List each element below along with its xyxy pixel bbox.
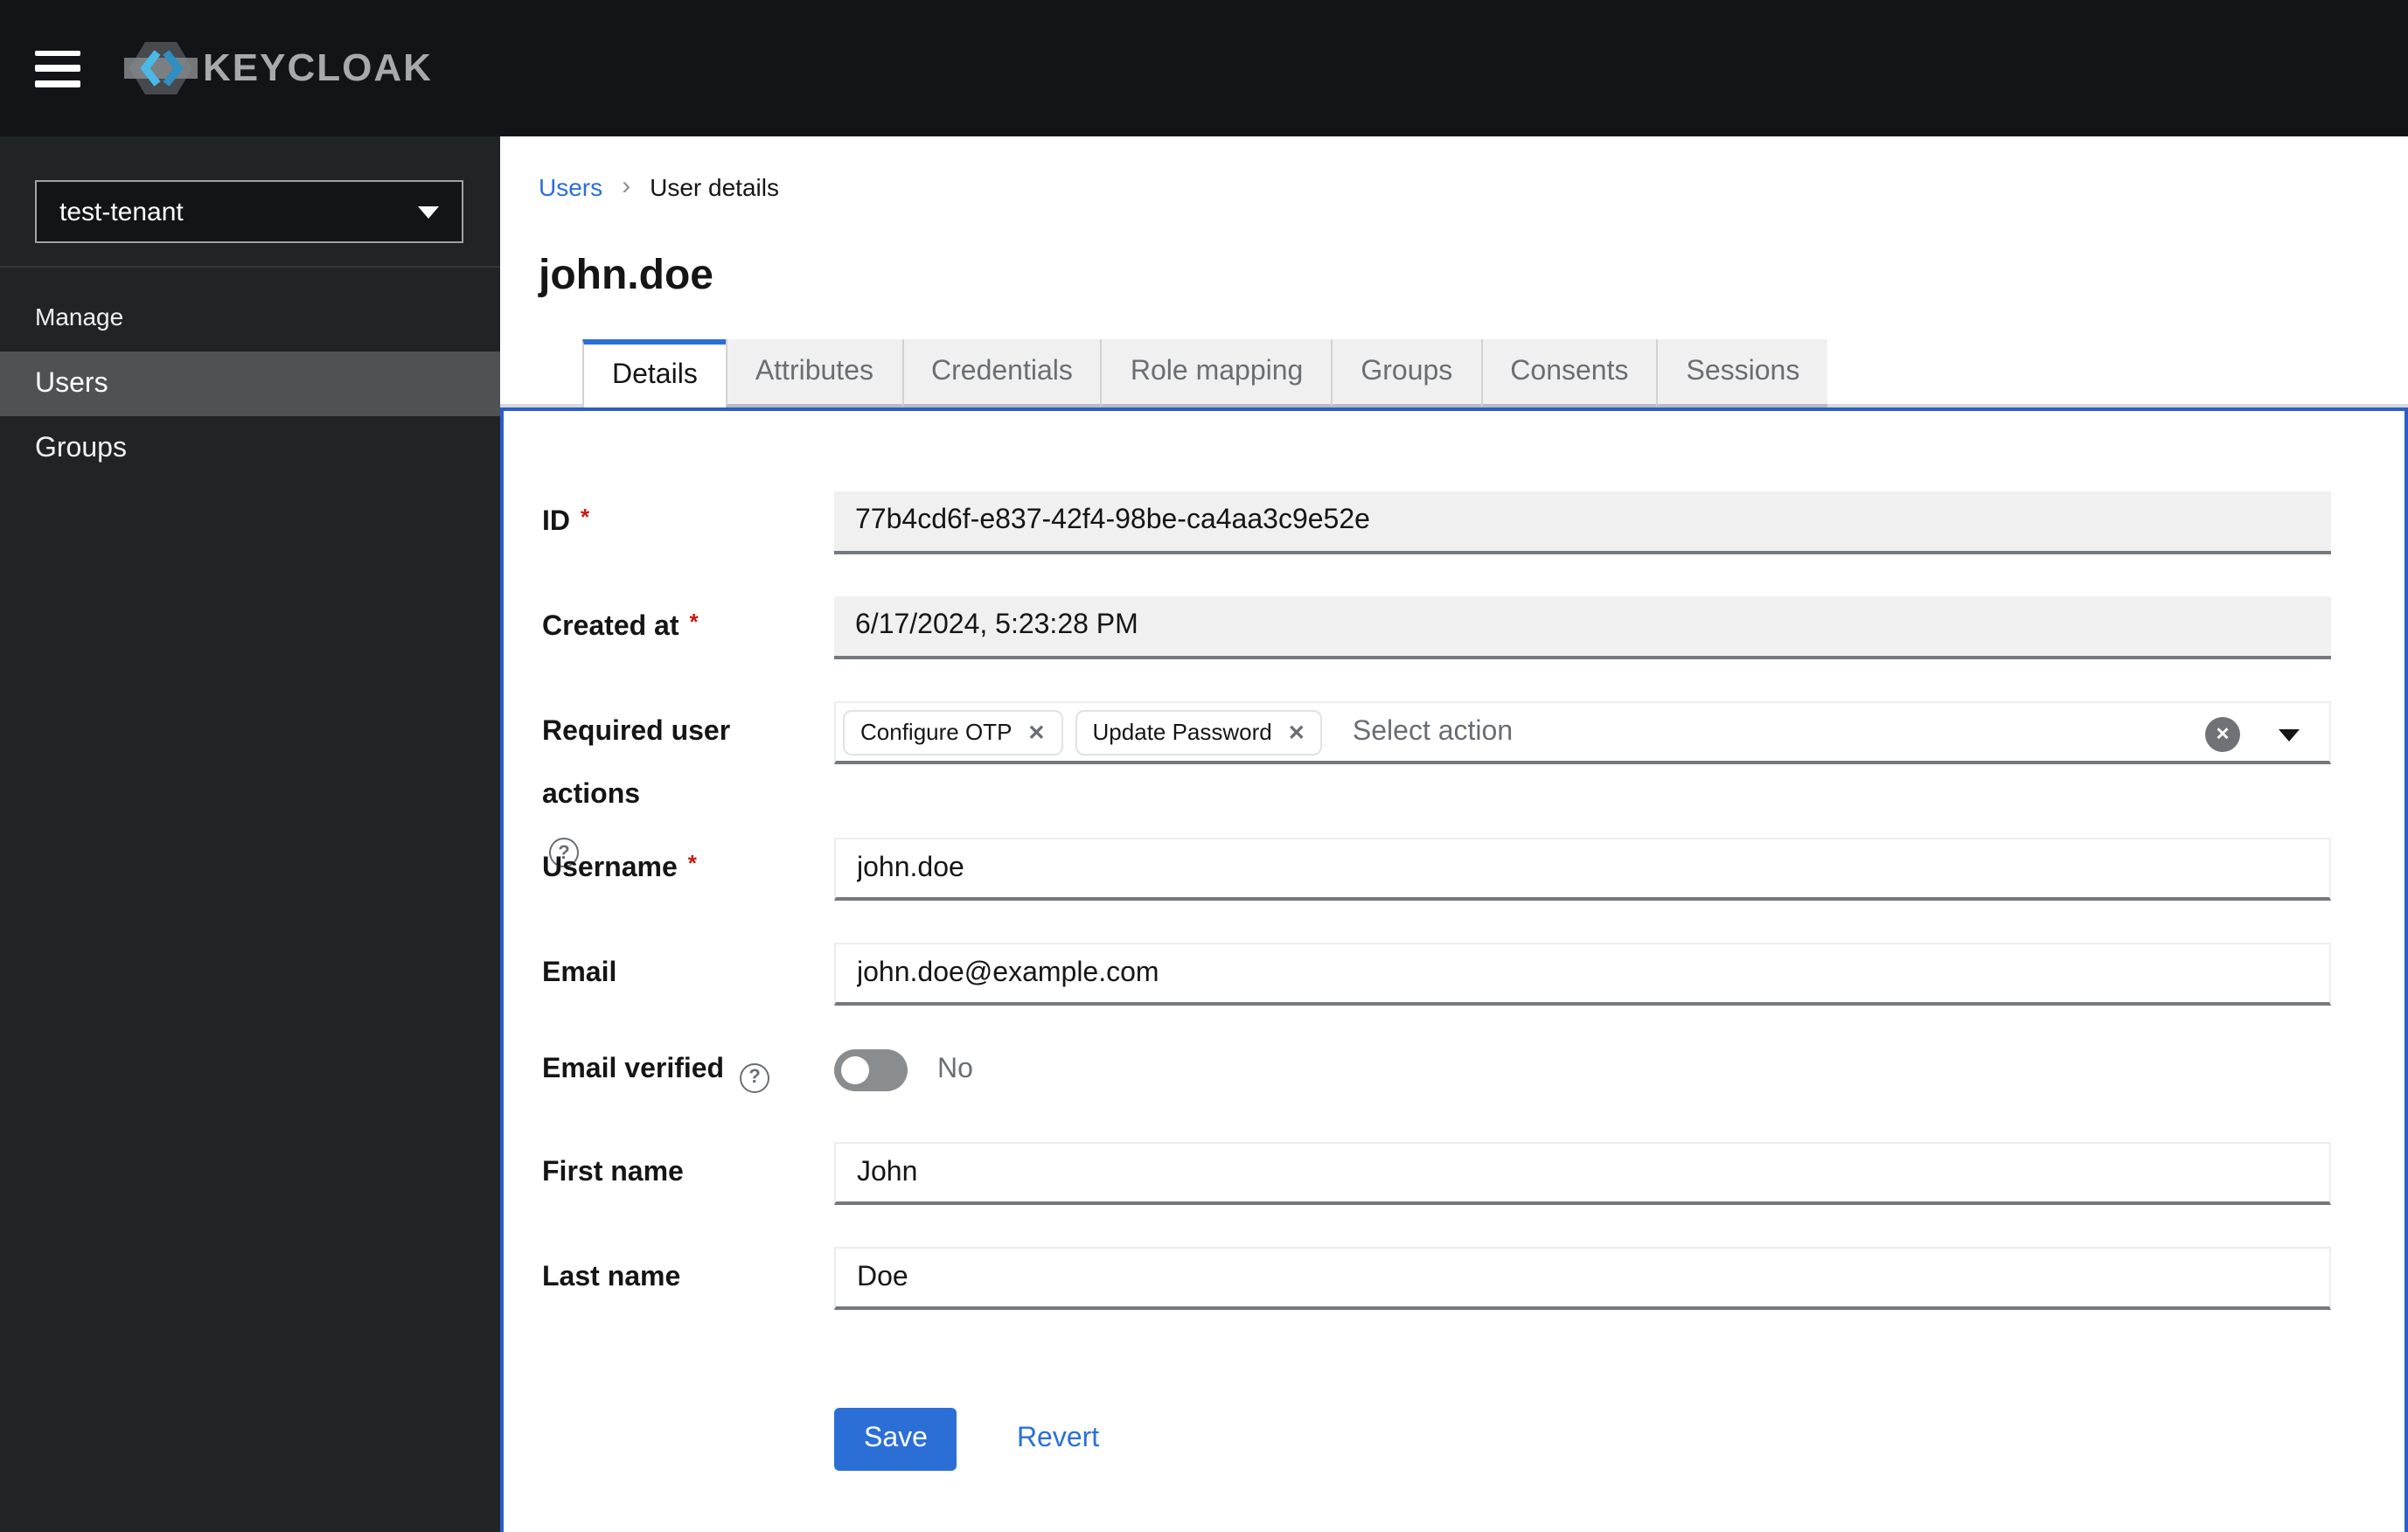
keycloak-admin-console: KEYCLOAK test-tenant Manage Users Groups… — [0, 0, 2408, 1532]
keycloak-logo: KEYCLOAK — [122, 33, 433, 103]
label-text: Created at — [542, 612, 679, 642]
brand-name: KEYCLOAK — [203, 45, 433, 89]
toggle-knob — [841, 1056, 869, 1084]
email-verified-toggle[interactable] — [834, 1049, 908, 1091]
tabs: Details Attributes Credentials Role mapp… — [500, 339, 2408, 407]
tab-groups[interactable]: Groups — [1331, 339, 1481, 407]
label-text: Username — [542, 853, 678, 883]
field-label-last-name: Last name — [542, 1247, 834, 1310]
field-label-required-user-actions: Required user actions ? — [542, 701, 834, 867]
sidebar-item-users[interactable]: Users — [0, 352, 500, 416]
hamburger-icon — [35, 50, 80, 56]
last-name-input[interactable] — [834, 1247, 2331, 1310]
label-text: Email — [542, 958, 617, 988]
sidebar: test-tenant Manage Users Groups — [0, 136, 500, 1532]
field-label-first-name: First name — [542, 1142, 834, 1205]
hamburger-icon — [35, 65, 80, 72]
required-asterisk: * — [687, 850, 697, 876]
id-input — [834, 491, 2331, 554]
label-text: Required user actions — [542, 717, 731, 810]
created-at-input — [834, 596, 2331, 659]
tabs-leading-spacer — [500, 339, 582, 407]
breadcrumb-link-users[interactable]: Users — [539, 172, 602, 200]
chip-close-icon[interactable]: ✕ — [1288, 721, 1305, 742]
keycloak-hexagon-icon — [124, 42, 198, 94]
required-actions-multiselect[interactable]: Configure OTP ✕ Update Password ✕ Select… — [834, 701, 2331, 764]
breadcrumb-current: User details — [650, 172, 779, 200]
tab-sessions[interactable]: Sessions — [1656, 339, 1828, 407]
tab-label: Groups — [1361, 356, 1453, 386]
chip-close-icon[interactable]: ✕ — [1027, 721, 1045, 742]
tab-role-mapping[interactable]: Role mapping — [1100, 339, 1332, 407]
first-name-input[interactable] — [834, 1142, 2331, 1205]
page-title: john.doe — [539, 252, 713, 300]
form-row-last-name: Last name — [542, 1247, 2331, 1310]
toggle-state-label: No — [937, 1055, 973, 1084]
user-details-panel: ID * Created at * Required user actions ? … — [500, 407, 2408, 1532]
label-text: First name — [542, 1158, 684, 1187]
breadcrumb: Users › User details — [539, 171, 779, 201]
tab-label: Attributes — [755, 356, 873, 386]
realm-selector[interactable]: test-tenant — [35, 180, 463, 243]
sidebar-item-label: Groups — [35, 433, 127, 463]
realm-selector-value: test-tenant — [59, 197, 184, 226]
caret-down-icon — [418, 205, 439, 218]
nav-section-title: Manage — [35, 303, 124, 331]
tab-label: Consents — [1510, 356, 1629, 386]
form-row-username: Username * — [542, 838, 2331, 901]
form-row-first-name: First name — [542, 1142, 2331, 1205]
field-label-email-verified: Email verified? — [542, 1049, 834, 1092]
tab-consents[interactable]: Consents — [1480, 339, 1657, 407]
label-text: Email verified — [542, 1055, 725, 1084]
times-circle-icon: ✕ — [2215, 725, 2231, 744]
sidebar-item-label: Users — [35, 368, 108, 398]
label-text: ID — [542, 507, 570, 537]
chip-label: Configure OTP — [860, 719, 1013, 745]
hamburger-icon — [35, 80, 80, 87]
field-label-id: ID * — [542, 491, 834, 554]
form-row-id: ID * — [542, 491, 2331, 554]
tab-label: Role mapping — [1130, 356, 1304, 386]
clear-all-button[interactable]: ✕ — [2205, 717, 2240, 752]
chip-update-password: Update Password ✕ — [1075, 709, 1323, 755]
chip-label: Update Password — [1092, 719, 1272, 745]
tab-label: Details — [612, 360, 698, 390]
field-label-email: Email — [542, 943, 834, 1006]
dropdown-caret-icon[interactable] — [2279, 729, 2300, 742]
field-label-created-at: Created at * — [542, 596, 834, 659]
hamburger-menu-button[interactable] — [35, 50, 80, 87]
email-input[interactable] — [834, 943, 2331, 1006]
tab-label: Sessions — [1686, 356, 1800, 386]
chip-configure-otp: Configure OTP ✕ — [843, 709, 1063, 755]
tabs-trailing-spacer — [1827, 339, 2408, 407]
field-label-username: Username * — [542, 838, 834, 901]
form-actions: Save Revert — [834, 1408, 2331, 1471]
sidebar-item-groups[interactable]: Groups — [0, 416, 500, 481]
help-icon[interactable]: ? — [740, 1062, 770, 1092]
revert-link[interactable]: Revert — [1017, 1408, 1099, 1471]
required-asterisk: * — [689, 609, 699, 635]
tab-attributes[interactable]: Attributes — [725, 339, 901, 407]
save-button[interactable]: Save — [834, 1408, 957, 1471]
required-asterisk: * — [581, 504, 590, 530]
form-row-created-at: Created at * — [542, 596, 2331, 659]
label-text: Last name — [542, 1263, 681, 1292]
form-row-email: Email — [542, 943, 2331, 1006]
sidebar-divider — [0, 266, 500, 268]
masthead: KEYCLOAK — [0, 0, 2408, 136]
chevron-right-icon: › — [622, 171, 631, 201]
form-row-email-verified: Email verified? No — [542, 1049, 2331, 1092]
select-placeholder: Select action — [1352, 716, 1514, 746]
tab-label: Credentials — [931, 356, 1073, 386]
tab-details[interactable]: Details — [582, 339, 726, 407]
form-row-required-user-actions: Required user actions ? Configure OTP ✕ … — [542, 701, 2331, 867]
username-input[interactable] — [834, 838, 2331, 901]
tab-credentials[interactable]: Credentials — [901, 339, 1101, 407]
